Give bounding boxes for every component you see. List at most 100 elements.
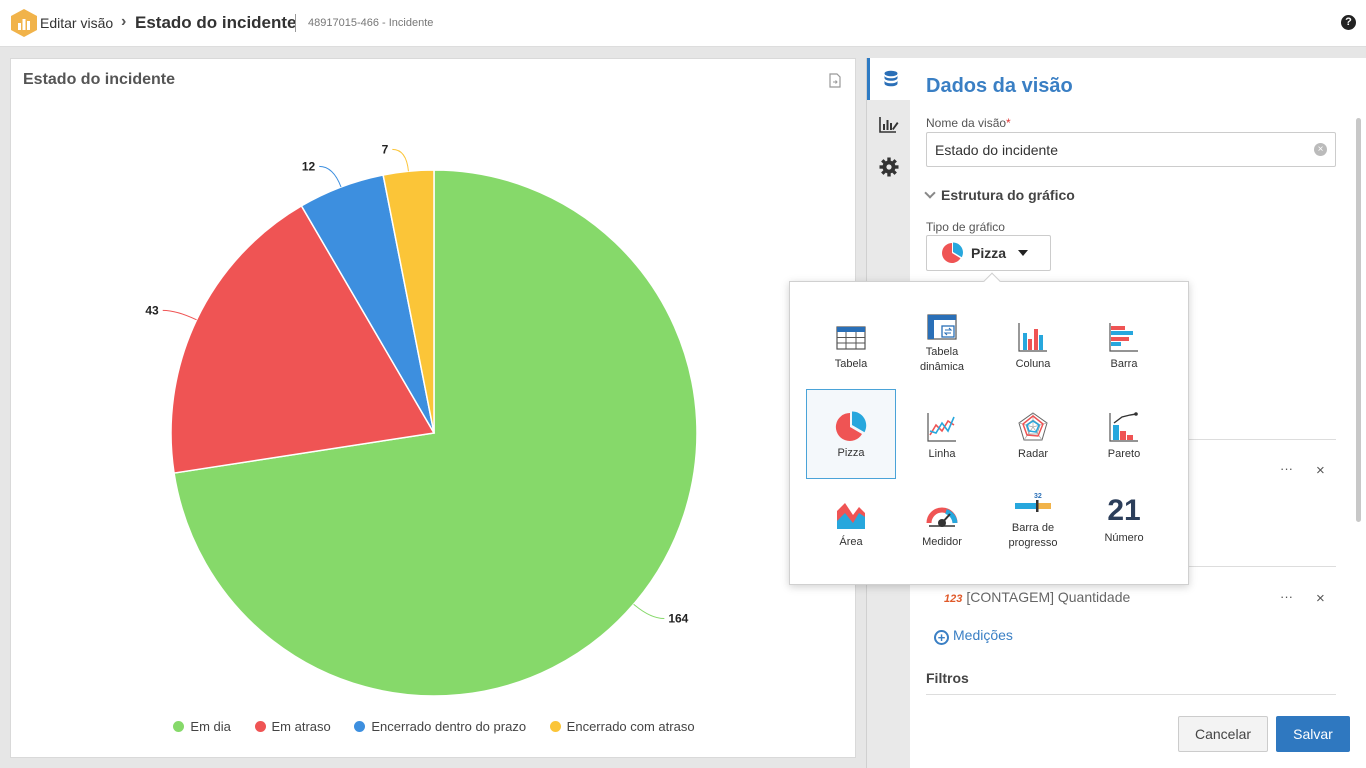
chart-legend: Em dia Em atraso Encerrado dentro do pra… xyxy=(11,719,857,734)
more-options-button[interactable]: ··· xyxy=(1280,589,1293,604)
chart-panel: 164 43 12 7 Estado do incidente Em dia Em a… xyxy=(10,58,856,758)
required-mark: * xyxy=(1006,116,1011,130)
chart-option-medidor[interactable]: Medidor xyxy=(897,479,987,569)
legend-marker xyxy=(549,721,561,732)
chart-structure-toggle[interactable]: Estrutura do gráfico xyxy=(924,187,1075,203)
chart-option-label: Tabela dinâmica xyxy=(919,346,965,373)
pivot-table-icon xyxy=(927,314,957,340)
name-label: Nome da visão* xyxy=(926,116,1011,130)
cancel-button[interactable]: Cancelar xyxy=(1178,716,1268,752)
legend-marker xyxy=(254,721,266,732)
pareto-chart-icon xyxy=(1109,412,1138,442)
data-label: 12 xyxy=(302,159,316,173)
chart-option-label: Linha xyxy=(928,448,956,460)
data-label: 7 xyxy=(382,142,389,156)
data-label: 43 xyxy=(145,303,159,317)
chart-option-tabela-dinamica[interactable]: Tabela dinâmica xyxy=(897,299,987,389)
chart-structure-label: Estrutura do gráfico xyxy=(941,187,1075,203)
more-options-button[interactable]: ··· xyxy=(1280,461,1293,476)
add-measure-label: Medições xyxy=(953,627,1013,643)
radar-chart-icon xyxy=(1018,412,1048,441)
gauge-icon xyxy=(926,507,958,527)
chart-option-pareto[interactable]: Pareto xyxy=(1079,389,1169,479)
chart-option-barra[interactable]: Barra xyxy=(1079,299,1169,389)
section-divider xyxy=(926,694,1336,695)
data-label-connector xyxy=(392,148,409,172)
gear-icon xyxy=(879,157,899,177)
breadcrumb-separator: › xyxy=(121,13,127,30)
chart-option-label: Barra xyxy=(1110,358,1138,370)
export-icon[interactable] xyxy=(829,73,841,88)
legend-label: Encerrado dentro do prazo xyxy=(371,719,527,734)
chart-option-radar[interactable]: Radar xyxy=(988,389,1078,479)
record-id: 48917015-466 - Incidente xyxy=(308,17,434,29)
breadcrumb-divider xyxy=(295,14,296,32)
chart-option-label: Pizza xyxy=(837,447,865,459)
clear-input-icon[interactable]: × xyxy=(1314,143,1327,156)
caret-down-icon xyxy=(1018,250,1029,256)
add-measure-button[interactable]: + Medições xyxy=(934,627,1013,645)
chart-option-label: Barra de progresso xyxy=(1008,522,1058,549)
remove-row-button[interactable]: × xyxy=(1316,462,1325,479)
legend-item-em-atraso[interactable]: Em atraso xyxy=(254,719,331,734)
chart-option-numero[interactable]: 21 Número xyxy=(1079,479,1169,569)
save-button[interactable]: Salvar xyxy=(1276,716,1350,752)
chart-option-label: Pareto xyxy=(1107,448,1141,460)
page-title: Estado do incidente xyxy=(135,13,297,32)
scrollbar[interactable] xyxy=(1356,118,1361,522)
tab-data[interactable] xyxy=(867,58,911,100)
data-label-connector xyxy=(162,309,197,321)
database-icon xyxy=(884,70,897,87)
progress-bar-icon: 32 xyxy=(1015,493,1051,512)
area-chart-icon xyxy=(837,503,865,529)
table-icon xyxy=(836,326,866,350)
tab-chart-style[interactable] xyxy=(867,104,911,146)
chart-option-pizza[interactable]: Pizza xyxy=(806,389,896,479)
line-chart-icon xyxy=(927,413,956,442)
pie-chart: 164 43 12 7 xyxy=(145,142,698,697)
breadcrumb-back-link[interactable]: Editar visão xyxy=(40,15,113,31)
chevron-down-icon xyxy=(924,187,936,199)
chart-option-tabela[interactable]: Tabela xyxy=(806,299,896,389)
chart-option-barra-de-progresso[interactable]: 32 Barra de progresso xyxy=(988,479,1078,569)
data-label: 164 xyxy=(668,612,688,626)
bar-chart-icon xyxy=(1109,323,1138,352)
name-label-text: Nome da visão xyxy=(926,116,1007,130)
chart-option-label: Número xyxy=(1104,532,1144,544)
legend-label: Em dia xyxy=(190,719,231,734)
chart-title: Estado do incidente xyxy=(23,71,176,88)
number-icon: 21 xyxy=(1107,494,1141,527)
chart-option-label: Radar xyxy=(1018,448,1048,460)
legend-item-encerrado-dentro-do-prazo[interactable]: Encerrado dentro do prazo xyxy=(354,719,526,734)
chart-option-coluna[interactable]: Coluna xyxy=(988,299,1078,389)
legend-item-encerrado-com-atraso[interactable]: Encerrado com atraso xyxy=(549,719,695,734)
legend-label: Em atraso xyxy=(271,719,331,734)
panel-title: Dados da visão xyxy=(926,75,1073,97)
column-chart-icon xyxy=(1018,323,1047,352)
data-label-connector xyxy=(319,165,342,188)
legend-item-em-dia[interactable]: Em dia xyxy=(173,719,231,734)
progress-icon-value: 32 xyxy=(1034,493,1042,500)
chart-type-value: Pizza xyxy=(971,245,1007,261)
filters-header: Filtros xyxy=(926,670,969,686)
chart-type-label: Tipo de gráfico xyxy=(926,220,1005,234)
help-icon[interactable]: ? xyxy=(1341,15,1356,30)
tab-settings[interactable] xyxy=(867,146,911,188)
chart-option-linha[interactable]: Linha xyxy=(897,389,987,479)
app-logo-icon xyxy=(11,9,37,37)
chart-option-area[interactable]: Área xyxy=(806,479,896,569)
chart-edit-icon xyxy=(879,117,899,133)
remove-measure-button[interactable]: × xyxy=(1316,590,1325,607)
top-bar: Editar visão › Estado do incidente 48917… xyxy=(0,0,1366,47)
chart-option-label: Medidor xyxy=(922,536,962,548)
number-type-icon: 123 xyxy=(944,593,963,605)
plus-circle-icon: + xyxy=(934,630,949,645)
measure-item: 123 [CONTAGEM] Quantidade xyxy=(944,589,1130,605)
view-name-input[interactable] xyxy=(926,132,1336,167)
legend-marker xyxy=(354,721,366,732)
chart-option-label: Coluna xyxy=(1015,358,1051,370)
chart-option-label: Área xyxy=(839,536,863,548)
chart-type-select[interactable]: Pizza xyxy=(926,235,1051,271)
chart-type-menu: Tabela Tabela dinâmica Coluna Barra Pizz… xyxy=(789,272,1189,585)
measure-label: [CONTAGEM] Quantidade xyxy=(966,589,1131,605)
